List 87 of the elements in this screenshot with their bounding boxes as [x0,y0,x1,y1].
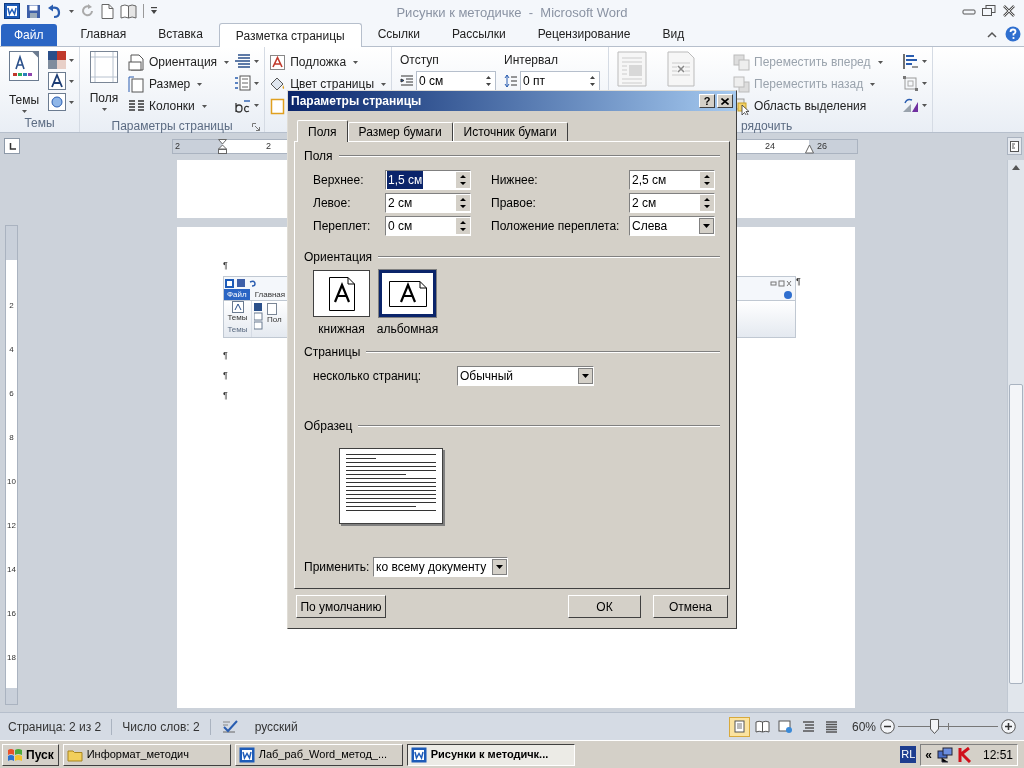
spin-field[interactable]: 1,5 см [385,170,471,190]
ribbon-command[interactable]: Колонки [128,95,231,117]
group-label: Темы [24,115,55,132]
paragraph-mark: ¶ [223,390,228,401]
status-text: Страница: 2 из 2 [8,718,103,736]
field-label: Правое: [491,195,537,212]
ruler-number: 26 [817,140,827,153]
taskbar-button[interactable]: Информат_методич [62,743,231,766]
apply-to-dropdown[interactable]: ко всему документу [373,557,508,577]
ruler-number: 2 [175,140,180,153]
ruler-number: 14 [6,565,17,575]
group-label: рядочить [741,118,793,135]
paragraph-mark: ¶ [223,260,228,271]
section-header: Поля [304,148,333,165]
taskbar-button[interactable]: Лаб_раб_Word_метод_... [234,743,403,766]
ribbon-tab[interactable]: Главная [64,22,143,46]
ruler-number: 6 [8,389,15,399]
window-title: Рисунки к методичке - Microsoft Word [396,5,628,20]
ruler-number: 18 [6,653,17,663]
spin-field[interactable]: 0 см [385,216,471,236]
paragraph-mark: ¶ [223,370,228,381]
dialog-button[interactable]: Отмена [653,595,728,618]
ruler-number: 2 [266,140,271,153]
dialog-tab[interactable]: Источник бумаги [452,122,568,141]
indent-field[interactable]: 0 см [416,71,497,91]
dialog-tab[interactable]: Размер бумаги [347,122,453,141]
ruler-number: 12 [6,521,17,531]
spin-field[interactable]: 2 см [385,193,471,213]
multiple-pages-dropdown[interactable]: Обычный [457,366,594,386]
ribbon-command[interactable]: Цвет страницы [269,73,388,95]
section-header: Образец [304,418,353,435]
dialog-tab[interactable]: Поля [297,120,348,142]
ruler-number: 2 [8,301,15,311]
field-label: Переплет: [313,218,372,235]
dialog-button[interactable]: ОК [568,595,641,618]
paragraph-mark: ¶ [796,276,801,287]
ribbon-tab[interactable]: Вид [646,22,701,46]
spin-field[interactable]: 2 см [629,193,715,213]
tab-label: Главная [253,289,287,300]
ribbon-tab[interactable]: Вставка [142,22,219,46]
show-hidden-icons-button[interactable]: « [925,745,932,764]
dialog-title: Параметры страницы [291,93,422,110]
button-label: Темы [227,313,248,322]
keyboard-layout-indicator[interactable]: RL [900,746,917,763]
dialog-button[interactable]: По умолчанию [296,595,386,618]
gutter-position-dropdown[interactable]: Слева [629,216,715,236]
ruler-number: 24 [765,140,775,153]
spacing-field[interactable]: 0 пт [520,71,601,91]
field-label: Положение переплета: [491,218,621,235]
group-label: Параметры страницы [111,118,233,135]
margins-button[interactable]: Поля [84,51,124,112]
start-button[interactable]: Пуск [2,743,59,766]
tab-label: Файл [224,289,250,300]
language-status[interactable]: русский [248,717,298,736]
zoom-level[interactable]: 60% [851,717,876,736]
ribbon-tab[interactable]: Файл [1,24,57,46]
help-button[interactable]: ? [699,94,715,108]
spin-field[interactable]: 2,5 см [629,170,715,190]
paragraph-mark: ¶ [223,350,228,361]
orientation-label: книжная [318,321,365,338]
button-label: Пол [267,315,282,324]
field-label: Применить: [304,559,371,576]
ribbon-command[interactable]: Размер [128,73,231,95]
group-label: Отступ [400,52,440,69]
ribbon-tab[interactable]: Рецензирование [521,22,647,46]
field-label: Левое: [313,195,352,212]
section-header: Ориентация [304,249,373,266]
field-label: Нижнее: [491,172,539,189]
status-text: Число слов: 2 [121,718,201,736]
ribbon-tab[interactable]: Рассылки [435,22,522,46]
ruler-number: 10 [6,477,17,487]
themes-button[interactable]: Темы [4,51,44,114]
field-label: Верхнее: [313,172,365,189]
ruler-number: 8 [8,433,15,443]
ribbon-command[interactable]: Подложка [269,51,388,73]
group-label: Интервал [504,52,559,69]
orientation-label: альбомная [376,321,439,338]
group-label: Темы [227,325,248,334]
ruler-number: 16 [6,609,17,619]
section-header: Страницы [304,344,361,361]
clock: 12:51 [982,746,1013,764]
ruler-number: 4 [8,345,15,355]
ribbon-tab[interactable]: Ссылки [361,22,436,46]
ribbon-tab[interactable]: Разметка страницы [218,23,362,47]
field-label: несколько страниц: [313,368,423,385]
taskbar-button[interactable]: Рисунки к методичк... [406,743,575,766]
ribbon-command[interactable]: Ориентация [128,51,231,73]
